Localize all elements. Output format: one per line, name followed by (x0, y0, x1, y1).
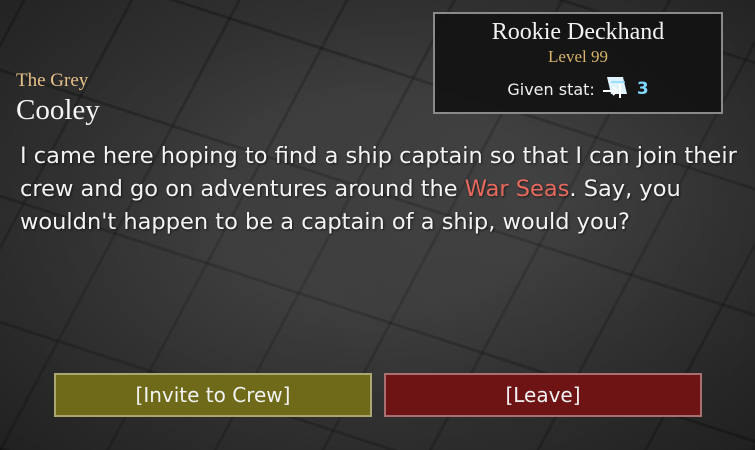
dialogue-highlight: War Seas (464, 176, 570, 202)
given-stat-label: Given stat: (507, 79, 595, 99)
invite-to-crew-button[interactable]: [Invite to Crew] (54, 373, 372, 417)
sail-boost-icon (601, 74, 635, 104)
dialogue-text: I came here hoping to find a ship captai… (20, 140, 740, 239)
npc-name: Cooley (16, 94, 100, 126)
role-level: Level 99 (548, 47, 608, 66)
given-stat-row: Given stat: 3 (435, 74, 721, 104)
leave-button[interactable]: [Leave] (384, 373, 702, 417)
role-title: Rookie Deckhand (491, 19, 665, 45)
npc-title: The Grey (16, 70, 89, 91)
stat-info-panel: Rookie Deckhand Level 99 Given stat: 3 (433, 12, 723, 114)
given-stat-value: 3 (636, 79, 649, 99)
